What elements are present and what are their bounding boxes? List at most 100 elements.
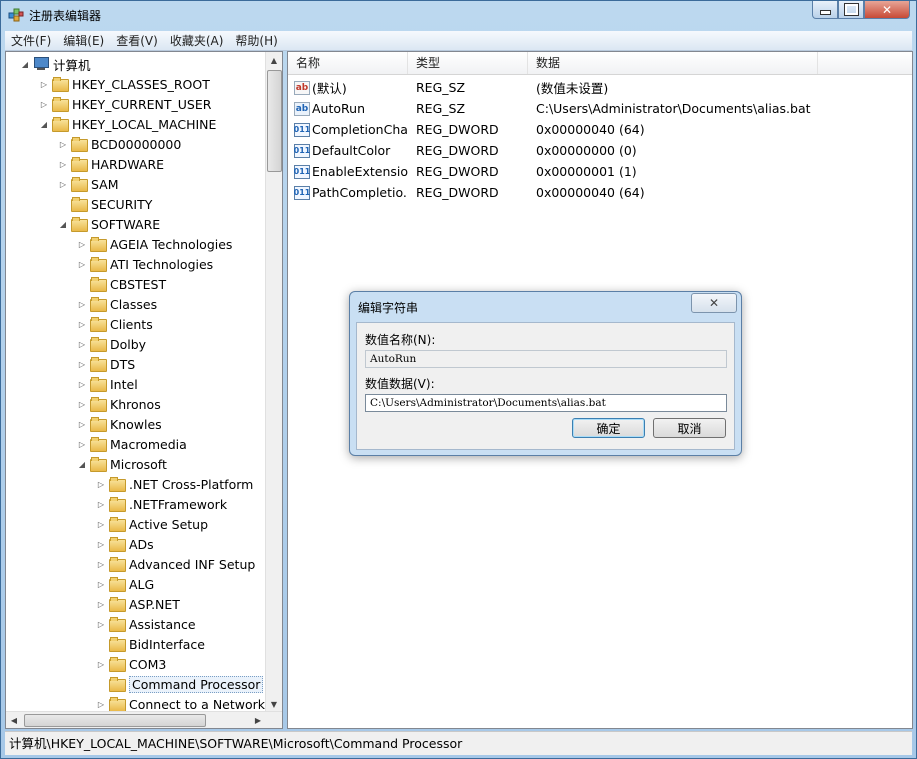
value-row[interactable]: 011EnableExtensio... REG_DWORD 0x00000001 … [288,161,912,182]
expand-arrow-icon[interactable]: ▷ [96,479,106,489]
expand-arrow-icon[interactable]: ▷ [96,579,106,589]
menu-edit[interactable]: 编辑(E) [57,32,110,49]
tree-item[interactable]: ▷ Active Setup [96,514,208,534]
maximize-button[interactable] [838,1,864,19]
tree-item[interactable]: ▷ ATI Technologies [77,254,213,274]
expand-arrow-icon[interactable]: ▷ [77,319,87,329]
minimize-button[interactable] [812,1,838,19]
tree-item[interactable]: ▷ ALG [96,574,154,594]
expand-arrow-icon[interactable]: ▷ [77,359,87,369]
tree-item[interactable]: Command Processor [96,674,264,694]
value-name-cell: 011 CompletionChar [288,122,408,137]
tree-item[interactable]: ▷ DTS [77,354,135,374]
expand-arrow-icon[interactable]: ▷ [96,539,106,549]
collapse-arrow-icon[interactable]: ◢ [58,219,68,229]
expand-arrow-icon[interactable]: ▷ [58,139,68,149]
tree-item-label: Dolby [110,336,147,352]
tree-item[interactable]: ▷ Khronos [77,394,161,414]
tree-item[interactable]: ▷ SAM [58,174,119,194]
collapse-arrow-icon[interactable]: ◢ [39,119,49,129]
tree-item-label: Khronos [110,396,161,412]
expand-arrow-icon[interactable]: ▷ [96,599,106,609]
expand-arrow-icon[interactable]: ▷ [77,399,87,409]
tree-item[interactable]: ▷ .NET Cross-Platform [96,474,253,494]
value-row[interactable]: 011 CompletionChar REG_DWORD 0x00000040 (64… [288,119,912,140]
close-button[interactable]: ✕ [864,1,910,19]
expand-arrow-icon[interactable]: ▷ [96,519,106,529]
expand-arrow-icon[interactable]: ▷ [77,339,87,349]
tree-item[interactable]: ▷ AGEIA Technologies [77,234,232,254]
dialog-close-button[interactable]: ✕ [691,293,737,313]
folder-icon [71,177,88,192]
tree-item[interactable]: ▷ ADs [96,534,154,554]
scroll-left-arrow-icon[interactable]: ◀ [6,712,22,728]
expand-arrow-icon[interactable]: ▷ [96,559,106,569]
scroll-up-arrow-icon[interactable]: ▲ [266,52,282,68]
ok-button[interactable]: 确定 [572,418,645,438]
expand-arrow-icon[interactable]: ▷ [77,299,87,309]
expand-arrow-icon[interactable]: ▷ [77,379,87,389]
tree-item[interactable]: ▷ HKEY_CURRENT_USER [39,94,211,114]
tree-vertical-scroll-thumb[interactable] [267,70,282,172]
tree-item[interactable]: ◢ HKEY_LOCAL_MACHINE [39,114,216,134]
menu-file[interactable]: 文件(F) [5,32,57,49]
tree-item[interactable]: SECURITY [58,194,152,214]
menu-view[interactable]: 查看(V) [110,32,164,49]
menu-favorites[interactable]: 收藏夹(A) [164,32,230,49]
tree-item[interactable]: ▷ Advanced INF Setup [96,554,255,574]
column-header-type[interactable]: 类型 [408,52,528,74]
column-header-name[interactable]: 名称 [288,52,408,74]
expand-arrow-icon[interactable]: ▷ [77,259,87,269]
title-bar[interactable]: 注册表编辑器 ✕ [1,1,916,29]
tree-item[interactable]: ▷ Intel [77,374,138,394]
column-header-data[interactable]: 数据 [528,52,818,74]
tree-item[interactable]: CBSTEST [77,274,166,294]
tree-item-label: Command Processor [129,675,264,693]
tree-horizontal-scroll-thumb[interactable] [24,714,206,727]
tree-item[interactable]: ▷ HKEY_CLASSES_ROOT [39,74,210,94]
value-row[interactable]: ab (默认) REG_SZ (数值未设置) [288,77,912,98]
expand-arrow-icon[interactable]: ▷ [77,239,87,249]
collapse-arrow-icon[interactable]: ◢ [77,459,87,469]
value-row[interactable]: 011 DefaultColor REG_DWORD 0x00000000 (0) [288,140,912,161]
collapse-arrow-icon[interactable]: ◢ [20,59,30,69]
menu-help[interactable]: 帮助(H) [229,32,283,49]
tree-item[interactable]: ▷ Knowles [77,414,162,434]
scroll-down-arrow-icon[interactable]: ▼ [266,696,282,712]
tree-item[interactable]: ◢ Microsoft [77,454,167,474]
maximize-icon [843,3,859,16]
cancel-button[interactable]: 取消 [653,418,726,438]
expand-arrow-icon[interactable]: ▷ [96,659,106,669]
value-data-input[interactable]: C:\Users\Administrator\Documents\alias.b… [365,394,727,412]
expand-arrow-icon[interactable]: ▷ [39,99,49,109]
value-row[interactable]: ab AutoRun REG_SZ C:\Users\Administrator\Do… [288,98,912,119]
expand-arrow-icon[interactable]: ▷ [96,499,106,509]
folder-icon [52,97,69,112]
expand-arrow-icon[interactable]: ▷ [58,159,68,169]
expand-arrow-icon[interactable]: ▷ [77,419,87,429]
tree-item[interactable]: ▷ Dolby [77,334,146,354]
tree-item[interactable]: ▷ BCD00000000 [58,134,181,154]
tree-item[interactable]: ▷ Classes [77,294,157,314]
tree-item[interactable]: BidInterface [96,634,205,654]
scroll-right-arrow-icon[interactable]: ▶ [250,712,266,728]
tree-vertical-scrollbar[interactable]: ▲ ▼ [265,52,282,712]
tree-item[interactable]: ▷ .NETFramework [96,494,227,514]
tree-item[interactable]: ▷ Assistance [96,614,196,634]
expand-arrow-icon[interactable]: ▷ [96,619,106,629]
tree-item[interactable]: ◢ SOFTWARE [58,214,160,234]
tree-item[interactable]: ▷ Clients [77,314,153,334]
value-row[interactable]: 011 PathCompletio... REG_DWORD 0x00000040 (… [288,182,912,203]
registry-tree-pane[interactable]: ◢ 计算机 ▷ HKEY_CLASSES_ROOT ▷ HKEY_CURRENT_USER… [5,51,283,729]
expand-arrow-icon[interactable]: ▷ [39,79,49,89]
tree-item[interactable]: ◢ 计算机 [20,54,91,74]
expand-arrow-icon[interactable]: ▷ [96,699,106,709]
tree-horizontal-scrollbar[interactable]: ◀ ▶ [6,711,282,728]
tree-item[interactable]: ▷ HARDWARE [58,154,164,174]
expand-arrow-icon[interactable]: ▷ [77,439,87,449]
expand-arrow-icon[interactable]: ▷ [58,179,68,189]
tree-item[interactable]: ▷ Macromedia [77,434,187,454]
value-data-cell: 0x00000040 (64) [536,122,645,137]
tree-item[interactable]: ▷ COM3 [96,654,166,674]
tree-item[interactable]: ▷ ASP.NET [96,594,180,614]
